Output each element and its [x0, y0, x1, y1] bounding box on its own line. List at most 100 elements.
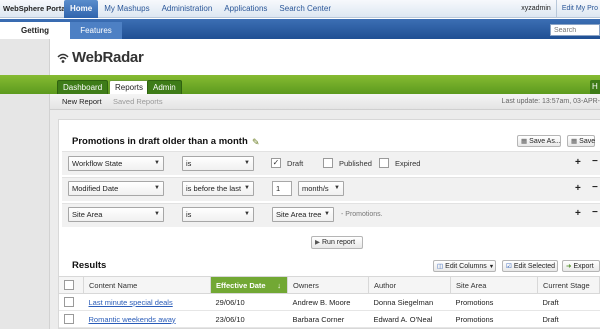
radar-icon [57, 53, 69, 63]
remove-filter-icon[interactable]: − [592, 156, 598, 167]
run-report-button[interactable]: ▶ Run report [311, 236, 363, 249]
save-button[interactable]: ▦ Save [567, 135, 595, 147]
export-button[interactable]: ➜ Export [562, 260, 600, 272]
site-area-cell: Promotions [450, 293, 538, 311]
table-row: Last minute special deals 29/06/10 Andre… [58, 293, 600, 311]
filter-operator-select[interactable]: is ▼ [182, 207, 254, 222]
chevron-down-icon: ▼ [324, 211, 330, 217]
edit-selected-button[interactable]: ☑ Edit Selected [502, 260, 558, 272]
filter-field-select[interactable]: Workflow State ▼ [68, 156, 164, 171]
tab-help[interactable]: H [590, 80, 600, 94]
logo-text: WebRadar [72, 49, 144, 66]
edit-selected-label: Edit Selected [513, 263, 556, 270]
content-link[interactable]: Last minute special deals [89, 298, 173, 307]
effective-date-cell: 29/06/10 [210, 293, 288, 311]
edit-icon: ☑ [506, 263, 512, 270]
published-checkbox[interactable] [323, 158, 333, 168]
filter-field-select[interactable]: Modified Date ▼ [68, 181, 164, 196]
site-area-tree-select[interactable]: Site Area tree ▼ [272, 207, 334, 222]
site-area-hint: - Promotions. [341, 211, 383, 218]
filter-operator-value: is before the last [186, 184, 242, 193]
content-link[interactable]: Romantic weekends away [89, 315, 176, 324]
columns-icon: ◫ [437, 263, 444, 270]
save-icon: ▦ [571, 138, 578, 145]
select-all-cell [58, 276, 84, 294]
report-subnav: New Report Saved Reports Last update: 13… [50, 94, 600, 110]
chevron-down-icon: ▼ [488, 264, 495, 270]
edit-profile-link[interactable]: Edit My Pro [555, 0, 600, 18]
nav-my-mashups[interactable]: My Mashups [98, 0, 155, 18]
row-checkbox[interactable] [63, 314, 74, 324]
report-title: Promotions in draft older than a month [72, 136, 248, 147]
filter-operator-value: is [186, 210, 192, 219]
chevron-down-icon: ▼ [334, 185, 340, 191]
expired-checkbox[interactable] [379, 158, 389, 168]
edit-columns-label: Edit Columns [445, 263, 487, 270]
tab-features[interactable]: Features [70, 22, 122, 39]
col-effective-date[interactable]: Effective Date ↓ [210, 276, 288, 294]
chevron-down-icon: ▼ [154, 211, 160, 217]
play-icon: ▶ [315, 239, 320, 246]
new-report-link[interactable]: New Report [62, 94, 102, 110]
col-current-stage[interactable]: Current Stage [537, 276, 600, 294]
add-filter-icon[interactable]: + [575, 183, 581, 194]
col-site-area[interactable]: Site Area [450, 276, 538, 294]
col-label: Content Name [89, 280, 138, 290]
stage-cell: Draft [537, 310, 600, 328]
site-area-cell: Promotions [450, 310, 538, 328]
webradar-logo: WebRadar [56, 49, 144, 66]
tab-dashboard[interactable]: Dashboard [57, 80, 109, 94]
save-as-label: Save As... [529, 138, 561, 145]
table-row: Romantic weekends away 23/06/10 Barbara … [58, 310, 600, 328]
tab-admin[interactable]: Admin [147, 80, 182, 94]
portal-header: WebSphere Portal Home My Mashups Adminis… [0, 0, 600, 18]
save-as-button[interactable]: ▦ Save As... [517, 135, 561, 147]
portal-brand: WebSphere Portal [3, 4, 68, 13]
nav-search-center[interactable]: Search Center [273, 0, 337, 18]
draft-checkbox[interactable]: ✓ [271, 158, 281, 168]
results-table: Content Name Effective Date ↓ Owners Auth… [58, 276, 600, 328]
nav-home[interactable]: Home [64, 0, 99, 18]
edit-title-icon[interactable]: ✎ [252, 137, 260, 148]
content-name-cell: Last minute special deals [83, 293, 211, 311]
owners-cell: Barbara Corner [287, 310, 369, 328]
table-header-row: Content Name Effective Date ↓ Owners Auth… [58, 276, 600, 294]
edit-columns-button[interactable]: ◫ Edit Columns ▼ [433, 260, 496, 272]
unit-select[interactable]: month/s ▼ [298, 181, 344, 196]
app-header: WebRadar [50, 39, 600, 75]
chevron-down-icon: ▼ [244, 211, 250, 217]
select-all-checkbox[interactable] [64, 280, 74, 290]
col-content-name[interactable]: Content Name [83, 276, 211, 294]
remove-filter-icon[interactable]: − [592, 182, 598, 193]
search-input[interactable] [550, 24, 600, 36]
col-label: Effective Date [216, 280, 266, 290]
col-label: Current Stage [543, 280, 590, 290]
row-checkbox[interactable] [63, 297, 74, 307]
saved-reports-link[interactable]: Saved Reports [113, 94, 163, 110]
col-author[interactable]: Author [368, 276, 451, 294]
filter-operator-select[interactable]: is ▼ [182, 156, 254, 171]
nav-administration[interactable]: Administration [156, 0, 219, 18]
row-select-cell [58, 310, 84, 328]
user-menu: xyzadmin Edit My Pro [516, 0, 600, 18]
remove-filter-icon[interactable]: − [592, 207, 598, 218]
amount-input[interactable]: 1 [272, 181, 292, 196]
col-label: Owners [293, 280, 319, 290]
add-filter-icon[interactable]: + [575, 208, 581, 219]
tab-getting-started[interactable]: Getting Started [0, 22, 70, 52]
unit-value: month/s [302, 184, 329, 193]
page-tabs-bar: Getting Started Features [0, 19, 600, 52]
filter-field-value: Workflow State [72, 159, 123, 168]
content-name-cell: Romantic weekends away [83, 310, 211, 328]
chevron-down-icon: ▼ [244, 185, 250, 191]
col-label: Author [374, 280, 397, 290]
nav-applications[interactable]: Applications [218, 0, 273, 18]
site-area-value: Site Area tree [276, 210, 322, 219]
filter-field-select[interactable]: Site Area ▼ [68, 207, 164, 222]
tab-reports[interactable]: Reports [109, 80, 150, 94]
filter-operator-value: is [186, 159, 192, 168]
filter-operator-select[interactable]: is before the last ▼ [182, 181, 254, 196]
add-filter-icon[interactable]: + [575, 157, 581, 168]
col-owners[interactable]: Owners [287, 276, 369, 294]
published-label: Published [339, 159, 372, 168]
